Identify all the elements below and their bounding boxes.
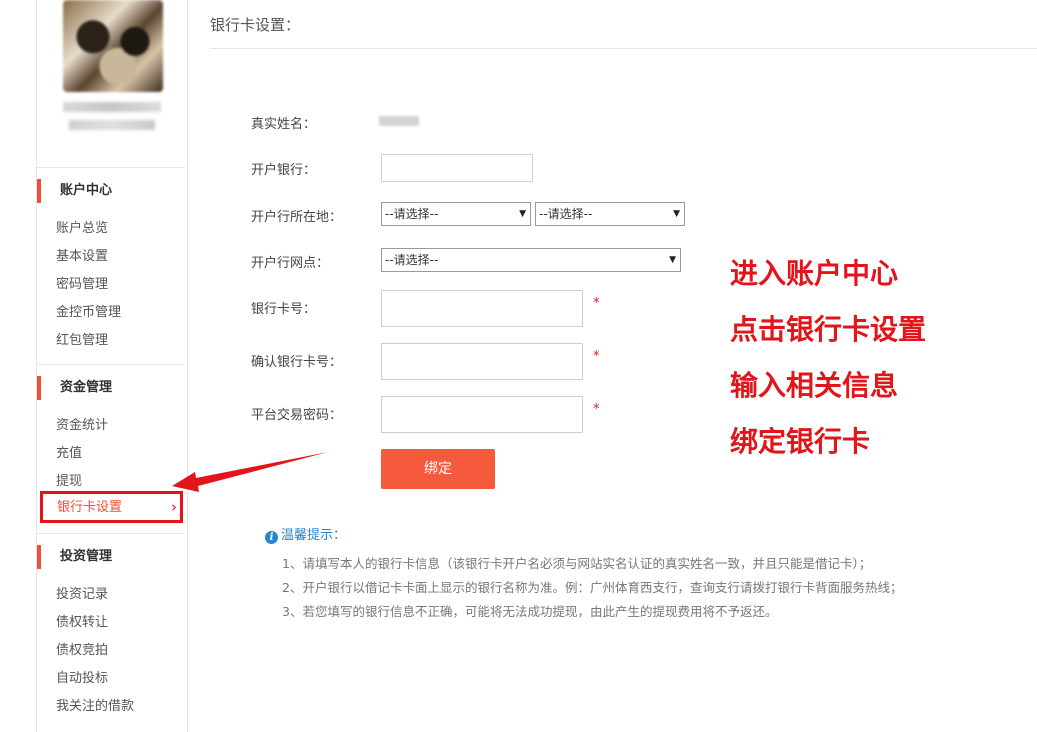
province-select-value: --请选择-- (385, 207, 439, 221)
tip-item: 3、若您填写的银行信息不正确，可能将无法成功提现，由此产生的提现费用将不予返还。 (282, 604, 778, 619)
confirm-card-label: 确认银行卡号： (251, 355, 343, 370)
user-name: ██████████ (63, 102, 161, 112)
sidebar-item-coins[interactable]: 金控币管理 (56, 303, 121, 323)
sidebar-item-debt-transfer[interactable]: 债权转让 (56, 613, 108, 633)
chevron-right-icon: › (171, 498, 177, 516)
sidebar-item-red-packets[interactable]: 红包管理 (56, 331, 108, 351)
user-subtitle: ██ ████ (69, 120, 155, 130)
sidebar-item-bank-card-settings[interactable]: 银行卡设置 › (40, 491, 183, 523)
real-name-value: ███ (379, 116, 419, 126)
annotation-step-4: 绑定银行卡 (730, 425, 871, 458)
annotation-step-3: 输入相关信息 (730, 369, 899, 402)
sidebar-item-watched-loans[interactable]: 我关注的借款 (56, 697, 134, 717)
group-title-account[interactable]: 账户中心 (37, 179, 185, 203)
sidebar-item-recharge[interactable]: 充值 (56, 444, 82, 464)
page-title: 银行卡设置： (210, 16, 301, 34)
branch-select[interactable]: --请选择-- ▼ (381, 248, 681, 272)
annotation-step-2: 点击银行卡设置 (730, 313, 927, 346)
divider (37, 167, 185, 168)
city-select[interactable]: --请选择-- ▼ (535, 202, 685, 226)
avatar[interactable] (63, 0, 163, 92)
branch-label: 开户行网点： (251, 256, 330, 271)
group-title-invest[interactable]: 投资管理 (37, 545, 185, 569)
tip-item: 2、开户银行以借记卡卡面上显示的银行名称为准。例：广州体育西支行，查询支行请拨打… (282, 580, 903, 595)
dropdown-arrow-icon: ▼ (669, 255, 676, 265)
info-icon: i (265, 531, 278, 544)
sidebar-item-auto-bid[interactable]: 自动投标 (56, 669, 108, 689)
group-title-funds[interactable]: 资金管理 (37, 376, 185, 400)
card-number-label: 银行卡号： (251, 302, 317, 317)
sidebar: ██████████ ██ ████ 账户中心 账户总览 基本设置 密码管理 金… (36, 0, 188, 732)
bind-button[interactable]: 绑定 (381, 449, 495, 489)
bank-input[interactable] (381, 154, 533, 182)
location-label: 开户行所在地： (251, 210, 343, 225)
divider (37, 533, 185, 534)
required-mark: * (593, 296, 600, 311)
required-mark: * (593, 349, 600, 364)
sidebar-item-fund-stats[interactable]: 资金统计 (56, 416, 108, 436)
province-select[interactable]: --请选择-- ▼ (381, 202, 531, 226)
annotation-step-1: 进入账户中心 (730, 257, 899, 290)
sidebar-item-label: 银行卡设置 (57, 500, 123, 515)
real-name-label: 真实姓名： (251, 117, 317, 132)
tips-title-text: 温馨提示： (281, 528, 347, 543)
dropdown-arrow-icon: ▼ (673, 209, 680, 219)
confirm-card-input[interactable] (381, 343, 583, 380)
divider (37, 364, 185, 365)
trade-password-input[interactable] (381, 396, 583, 433)
divider (210, 48, 1037, 49)
branch-select-value: --请选择-- (385, 253, 439, 267)
dropdown-arrow-icon: ▼ (519, 209, 526, 219)
sidebar-item-account-overview[interactable]: 账户总览 (56, 219, 108, 239)
sidebar-item-debt-auction[interactable]: 债权竞拍 (56, 641, 108, 661)
city-select-value: --请选择-- (539, 207, 593, 221)
sidebar-item-password[interactable]: 密码管理 (56, 275, 108, 295)
sidebar-item-withdraw[interactable]: 提现 (56, 472, 82, 492)
tip-item: 1、请填写本人的银行卡信息（该银行卡开户名必须与网站实名认证的真实姓名一致，并且… (282, 556, 872, 571)
required-mark: * (593, 402, 600, 417)
sidebar-item-invest-records[interactable]: 投资记录 (56, 585, 108, 605)
tips-title: i 温馨提示： (265, 524, 346, 544)
card-number-input[interactable] (381, 290, 583, 327)
trade-password-label: 平台交易密码： (251, 408, 343, 423)
bank-label: 开户银行： (251, 163, 317, 178)
sidebar-item-basic-settings[interactable]: 基本设置 (56, 247, 108, 267)
